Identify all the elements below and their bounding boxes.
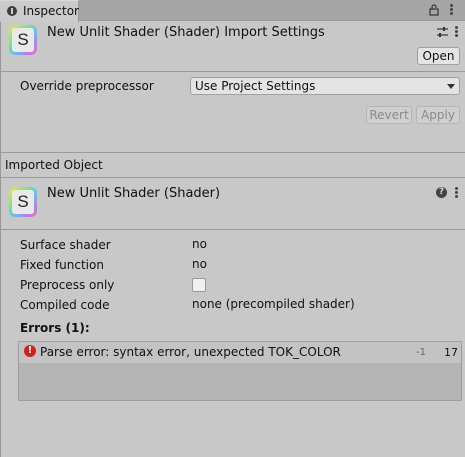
divider [0, 71, 465, 72]
lock-icon[interactable] [428, 4, 440, 16]
errors-heading: Errors (1): [20, 321, 90, 335]
imported-object-title: New Unlit Shader (Shader) [47, 186, 221, 201]
error-icon: ! [24, 345, 36, 357]
settings-sliders-icon[interactable] [436, 26, 449, 38]
compiled-code-value: none (precompiled shader) [192, 297, 355, 311]
shader-object-icon: S [9, 187, 37, 217]
error-platform: -1 [416, 347, 426, 358]
error-message: Parse error: syntax error, unexpected TO… [40, 345, 341, 359]
tab-menu-icon[interactable] [450, 4, 453, 15]
divider [0, 177, 465, 178]
dropdown-value: Use Project Settings [195, 79, 316, 93]
header-menu-icon[interactable] [455, 26, 458, 37]
shader-asset-icon: S [9, 25, 37, 55]
preprocess-only-label: Preprocess only [20, 278, 115, 292]
info-icon [7, 6, 17, 16]
divider [0, 152, 465, 153]
left-border [0, 22, 1, 457]
preprocess-only-checkbox[interactable] [192, 278, 206, 292]
override-preprocessor-dropdown[interactable]: Use Project Settings [190, 77, 460, 95]
surface-shader-label: Surface shader [20, 238, 111, 252]
error-row[interactable]: ! Parse error: syntax error, unexpected … [19, 342, 461, 363]
chevron-down-icon [447, 84, 455, 89]
revert-button[interactable]: Revert [366, 106, 412, 124]
fixed-function-value: no [192, 257, 207, 271]
imported-object-section-title: Imported Object [5, 158, 103, 172]
errors-list[interactable]: ! Parse error: syntax error, unexpected … [18, 341, 462, 401]
tab-inspector[interactable]: Inspector [0, 0, 79, 22]
apply-button[interactable]: Apply [416, 106, 460, 124]
surface-shader-value: no [192, 237, 207, 251]
compiled-code-label: Compiled code [20, 298, 110, 312]
help-icon[interactable]: ? [436, 187, 447, 198]
fixed-function-label: Fixed function [20, 258, 104, 272]
override-preprocessor-label: Override preprocessor [20, 79, 154, 93]
import-settings-title: New Unlit Shader (Shader) Import Setting… [47, 25, 325, 40]
divider [0, 229, 465, 230]
open-button[interactable]: Open [417, 47, 460, 65]
tab-label: Inspector [23, 4, 79, 18]
object-menu-icon[interactable] [455, 187, 458, 198]
error-line: 17 [444, 346, 458, 359]
